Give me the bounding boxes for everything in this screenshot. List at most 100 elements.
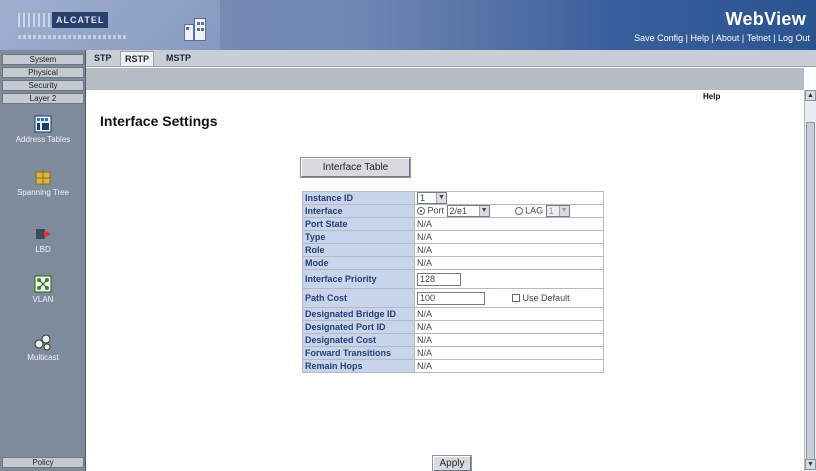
tab-rstp[interactable]: RSTP	[120, 51, 155, 66]
help-link[interactable]: Help	[691, 33, 710, 43]
nav-system-button[interactable]: System	[2, 54, 84, 65]
spanning-tree-label: Spanning Tree	[16, 188, 70, 197]
interface-cell: Port 2/e1 ▼ LAG 1 ▼	[414, 204, 604, 218]
multicast-icon	[34, 334, 51, 351]
help-label[interactable]: Help	[703, 92, 720, 101]
lag-radio-label: LAG	[525, 205, 544, 216]
form-row-designated-cost: Designated Cost N/A	[302, 333, 604, 347]
sub-toolbar	[86, 68, 804, 90]
designated-port-id-value: N/A	[414, 320, 604, 334]
nav-physical-button[interactable]: Physical	[2, 67, 84, 78]
scroll-up-icon[interactable]: ▲	[805, 90, 816, 101]
form-row-role: Role N/A	[302, 243, 604, 257]
chevron-down-icon: ▼	[436, 193, 446, 203]
interface-settings-form: Instance ID 1 ▼ Interface Port 2/e1 ▼ LA…	[302, 191, 604, 373]
nav-address-tables[interactable]: Address Tables	[0, 115, 86, 144]
nav-spanning-tree[interactable]: Spanning Tree	[0, 168, 86, 197]
instance-id-value: 1	[420, 193, 426, 203]
lbd-label: LBD	[35, 245, 51, 254]
lag-select-value: 1	[548, 206, 554, 216]
app-title: WebView	[725, 9, 806, 29]
designated-bridge-id-label: Designated Bridge ID	[302, 307, 415, 321]
instance-id-select[interactable]: 1 ▼	[417, 192, 447, 204]
instance-id-label: Instance ID	[302, 191, 415, 205]
forward-transitions-label: Forward Transitions	[302, 346, 415, 360]
logo-subtitle	[18, 35, 128, 39]
lbd-icon	[36, 229, 51, 239]
role-value: N/A	[414, 243, 604, 257]
form-row-forward-transitions: Forward Transitions N/A	[302, 346, 604, 360]
form-row-path-cost: Path Cost 100 Use Default	[302, 288, 604, 308]
form-row-remain-hops: Remain Hops N/A	[302, 359, 604, 373]
telnet-link[interactable]: Telnet	[747, 33, 771, 43]
brand-logo: ALCATEL	[0, 0, 220, 50]
designated-port-id-label: Designated Port ID	[302, 320, 415, 334]
scroll-down-icon[interactable]: ▼	[805, 459, 816, 470]
tab-stp[interactable]: STP	[94, 53, 112, 63]
role-label: Role	[302, 243, 415, 257]
tab-mstp[interactable]: MSTP	[166, 53, 191, 63]
interface-table-button[interactable]: Interface Table	[301, 158, 410, 177]
form-row-instance-id: Instance ID 1 ▼	[302, 191, 604, 205]
form-row-designated-port-id: Designated Port ID N/A	[302, 320, 604, 334]
form-row-port-state: Port State N/A	[302, 217, 604, 231]
port-state-value: N/A	[414, 217, 604, 231]
interface-priority-label: Interface Priority	[302, 269, 415, 289]
lag-radio[interactable]	[514, 207, 523, 215]
tab-bar: STP RSTP MSTP	[86, 50, 816, 67]
nav-security-button[interactable]: Security	[2, 80, 84, 91]
mode-value: N/A	[414, 256, 604, 270]
nav-multicast[interactable]: Multicast	[0, 333, 86, 362]
interface-priority-input[interactable]: 128	[417, 272, 461, 286]
save-config-link[interactable]: Save Config	[634, 33, 683, 43]
logo-dots	[18, 13, 50, 27]
instance-id-cell: 1 ▼	[414, 191, 604, 205]
webview-window: ALCATEL WebView Save Config | Help | Abo…	[0, 0, 816, 471]
type-label: Type	[302, 230, 415, 244]
chevron-down-icon: ▼	[558, 206, 569, 216]
designated-bridge-id-value: N/A	[414, 307, 604, 321]
port-radio[interactable]	[417, 207, 425, 215]
nav-policy-button[interactable]: Policy	[2, 457, 84, 468]
remain-hops-label: Remain Hops	[302, 359, 415, 373]
header-bar: ALCATEL WebView Save Config | Help | Abo…	[0, 0, 816, 50]
multicast-label: Multicast	[27, 353, 59, 362]
apply-button[interactable]: Apply	[433, 456, 471, 471]
logo-mark: ALCATEL	[18, 10, 122, 30]
designated-cost-value: N/A	[414, 333, 604, 347]
building-icon	[180, 16, 212, 42]
nav-vlan[interactable]: VLAN	[0, 275, 86, 304]
vertical-scrollbar[interactable]: ▲ ▼	[804, 90, 816, 471]
path-cost-label: Path Cost	[302, 288, 415, 308]
port-select[interactable]: 2/e1 ▼	[446, 205, 490, 217]
vlan-label: VLAN	[32, 295, 54, 304]
use-default-checkbox[interactable]	[512, 294, 521, 302]
port-select-value: 2/e1	[449, 206, 468, 216]
form-row-mode: Mode N/A	[302, 256, 604, 270]
type-value: N/A	[414, 230, 604, 244]
nav-layer2-button[interactable]: Layer 2	[2, 93, 84, 104]
form-row-type: Type N/A	[302, 230, 604, 244]
path-cost-cell: 100 Use Default	[414, 288, 604, 308]
use-default-label: Use Default	[522, 292, 570, 303]
left-navigation: System Physical Security Layer 2 Address…	[0, 50, 86, 471]
scroll-thumb[interactable]	[806, 122, 815, 462]
chevron-down-icon: ▼	[478, 206, 489, 216]
address-tables-icon	[34, 115, 52, 133]
forward-transitions-value: N/A	[414, 346, 604, 360]
designated-cost-label: Designated Cost	[302, 333, 415, 347]
form-row-interface: Interface Port 2/e1 ▼ LAG 1 ▼	[302, 204, 604, 218]
page-title: Interface Settings	[100, 113, 218, 129]
path-cost-input[interactable]: 100	[417, 291, 485, 305]
nav-lbd[interactable]: LBD	[0, 225, 86, 254]
spanning-tree-icon	[35, 169, 51, 185]
form-row-interface-priority: Interface Priority 128	[302, 269, 604, 289]
vlan-icon	[34, 275, 52, 293]
port-radio-label: Port	[427, 205, 445, 216]
interface-priority-cell: 128	[414, 269, 604, 289]
about-link[interactable]: About	[716, 33, 740, 43]
lag-select[interactable]: 1 ▼	[545, 205, 570, 217]
remain-hops-value: N/A	[414, 359, 604, 373]
log-out-link[interactable]: Log Out	[778, 33, 810, 43]
address-tables-label: Address Tables	[15, 135, 71, 144]
